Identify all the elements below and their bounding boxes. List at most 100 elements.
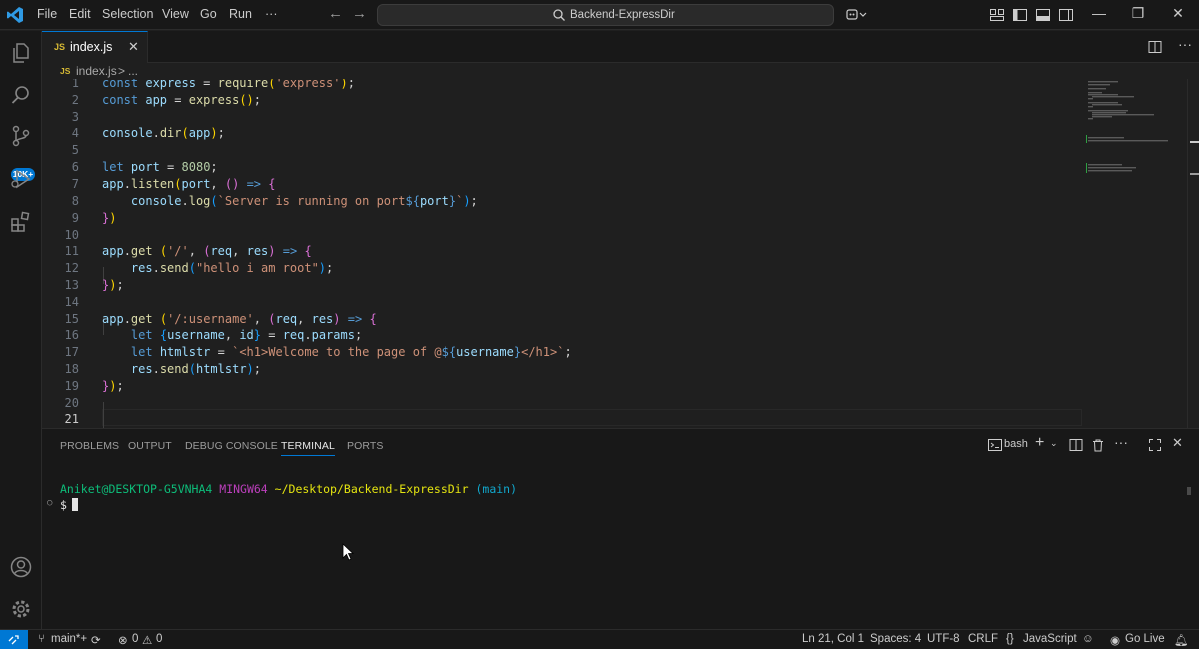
code-line: 5 [71,143,79,157]
remote-indicator[interactable] [0,630,28,649]
tab-debug-console[interactable]: DEBUG CONSOLE [185,440,278,452]
new-terminal-icon[interactable]: + [1035,434,1044,452]
menu-run[interactable]: Run [229,7,252,21]
git-branch[interactable]: main*+ [51,633,87,645]
command-center-search[interactable]: Backend-ExpressDir [377,4,834,26]
command-decoration-icon: ○ [47,498,53,508]
errors-icon: ⊗ [118,635,128,647]
breadcrumb: JS index.js > ... [42,63,1199,79]
warning-count[interactable]: 0 [156,633,162,645]
editor-tab-bar: JS index.js ✕ ··· [42,31,1199,63]
menu-edit[interactable]: Edit [69,7,91,21]
more-actions-icon[interactable]: ··· [1178,36,1192,52]
minimap[interactable] [1086,79,1186,189]
js-file-icon: JS [60,66,71,76]
code-line: 14 [64,295,79,309]
source-control-icon[interactable] [9,124,33,148]
maximize-panel-icon[interactable] [1148,438,1162,452]
toggle-primary-sidebar-icon[interactable] [1012,7,1028,23]
remote-icon [8,635,19,645]
code-line: 3 [71,110,79,124]
menu-view[interactable]: View [162,7,189,21]
toggle-panel-icon[interactable] [1035,7,1051,23]
notifications-bell-icon[interactable]: 🔔︎ [1174,633,1189,647]
copilot-icon[interactable] [845,7,867,23]
minimize-icon[interactable]: — [1089,5,1109,21]
code-line: 19}); [64,379,124,393]
run-debug-icon[interactable] [9,167,33,191]
code-line: 12 res.send("hello i am root"); [64,261,334,275]
code-line: 16 let {username, id} = req.params; [64,328,363,342]
end-of-line[interactable]: CRLF [968,633,998,645]
chevron-down-icon[interactable]: ⌄ [1050,438,1058,449]
menu-selection[interactable]: Selection [102,7,153,21]
terminal-shell-label[interactable]: bash [1004,438,1028,450]
split-editor-icon[interactable] [1148,40,1162,54]
customize-layout-icon[interactable] [989,7,1005,23]
code-line: 18 res.send(htmlstr); [64,362,262,376]
terminal-scrollbar[interactable] [1187,487,1191,495]
breadcrumb-separator: > [118,64,126,78]
menu-go[interactable]: Go [200,7,217,21]
activity-bar: 10K+ [0,31,42,629]
terminal-prompt-line: Aniket@DESKTOP-G5VNHA4 MINGW64 ~/Desktop… [60,481,517,497]
menu-more[interactable]: ··· [265,7,278,21]
terminal-cursor [71,498,78,511]
tab-label: index.js [70,40,113,54]
code-editor[interactable]: 1 const express = require('express'); 2 co… [42,79,1199,428]
copilot-status-icon[interactable]: ☺ [1082,633,1094,645]
code-line: 1 const express = require('express'); [71,79,355,90]
tab-output[interactable]: OUTPUT [128,440,172,452]
extensions-icon[interactable] [9,210,33,234]
tab-ports[interactable]: PORTS [347,440,383,452]
forward-arrow-icon[interactable]: → [352,5,367,22]
more-actions-icon[interactable]: ··· [1114,434,1128,450]
code-line: 7 app.listen(port, () => { [71,177,276,191]
search-icon [553,9,565,21]
breadcrumb-file[interactable]: index.js [76,64,117,78]
explorer-icon[interactable] [9,41,33,65]
encoding[interactable]: UTF-8 [927,633,960,645]
indentation[interactable]: Spaces: 4 [870,633,921,645]
toggle-secondary-sidebar-icon[interactable] [1058,7,1074,23]
search-icon[interactable] [9,83,33,107]
terminal-input-line[interactable]: $ [60,497,78,513]
restore-icon[interactable]: ❐ [1128,5,1148,22]
vscode-logo-icon [7,7,23,23]
go-live-icon: ◉ [1110,635,1121,647]
breadcrumb-symbols[interactable]: ... [128,64,138,78]
language-mode[interactable]: JavaScript [1023,633,1077,645]
editor-scrollbar[interactable] [1187,79,1199,428]
split-terminal-icon[interactable] [1069,438,1083,452]
code-line: 13}); [64,278,124,292]
status-bar: ⑂ main*+ ⟳ ⊗ 0 ⚠ 0 Ln 21, Col 1 Spaces: … [0,629,1199,649]
terminal-path: ~/Desktop/Backend-ExpressDir [274,482,469,496]
settings-gear-icon[interactable] [9,597,33,621]
go-live-button[interactable]: Go Live [1125,633,1165,645]
sync-icon[interactable]: ⟳ [91,633,101,647]
account-icon[interactable] [9,555,33,579]
terminal-prompt: $ [60,498,67,512]
terminal-icon [988,439,1002,451]
bottom-panel: PROBLEMS OUTPUT DEBUG CONSOLE TERMINAL P… [42,428,1199,629]
tab-terminal[interactable]: TERMINAL [281,440,335,456]
trash-icon[interactable] [1091,438,1105,452]
close-panel-icon[interactable]: ✕ [1172,435,1183,451]
error-count[interactable]: 0 [132,633,138,645]
search-text: Backend-ExpressDir [570,9,675,21]
back-arrow-icon[interactable]: ← [328,5,343,22]
braces-icon: {} [1006,633,1014,645]
terminal[interactable]: Aniket@DESKTOP-G5VNHA4 MINGW64 ~/Desktop… [42,479,1199,629]
menu-file[interactable]: File [37,7,57,21]
tab-close-icon[interactable]: ✕ [128,39,139,55]
mouse-pointer-icon [342,543,354,561]
code-line: 20 [64,396,79,410]
warnings-icon: ⚠ [142,635,153,647]
terminal-env: MINGW64 [219,482,268,496]
tab-index-js[interactable]: JS index.js ✕ [42,31,148,63]
cursor-position[interactable]: Ln 21, Col 1 [802,633,864,645]
tab-problems[interactable]: PROBLEMS [60,440,119,452]
js-file-icon: JS [54,42,66,52]
close-window-icon[interactable]: ✕ [1168,5,1188,22]
code-line: 10 [64,228,79,242]
